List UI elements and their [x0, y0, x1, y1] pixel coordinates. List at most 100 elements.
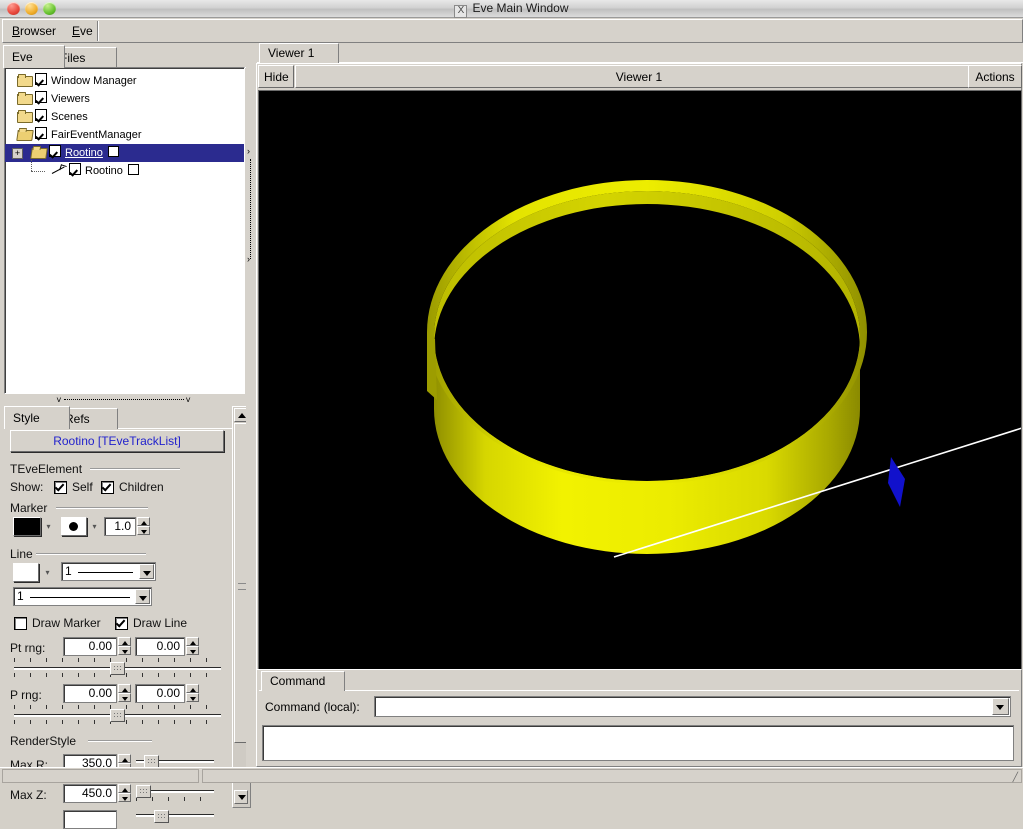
stepper-down-icon[interactable] — [137, 526, 150, 535]
pt-range-slider[interactable] — [14, 658, 221, 678]
stepper-up-icon[interactable] — [118, 784, 131, 793]
tree-item-rootino[interactable]: + Rootino — [5, 144, 244, 162]
tab-command[interactable]: Command — [261, 671, 345, 691]
p-range-min-field[interactable]: 0.00 — [63, 684, 117, 703]
draw-line-checkbox[interactable] — [115, 617, 128, 630]
main-vertical-splitter[interactable]: › › — [246, 43, 255, 767]
show-children-checkbox[interactable] — [101, 481, 114, 494]
pt-range-max-stepper[interactable] — [186, 637, 199, 656]
tab-eve[interactable]: Eve — [3, 45, 65, 68]
max-z-field[interactable]: 450.0 — [63, 784, 117, 803]
selected-object-title[interactable]: Rootino [TEveTrackList] — [10, 430, 224, 452]
pt-range-max-field[interactable]: 0.00 — [135, 637, 185, 656]
marker-style-dropdown-icon[interactable]: ▾ — [90, 523, 99, 532]
p-range-min-stepper[interactable] — [118, 684, 131, 703]
stepper-down-icon[interactable] — [118, 793, 131, 802]
stepper-up-icon[interactable] — [118, 684, 131, 693]
command-input[interactable] — [374, 696, 1011, 717]
group-divider — [56, 507, 148, 509]
expander-plus-icon[interactable]: + — [12, 148, 23, 159]
command-output[interactable] — [262, 725, 1014, 761]
stepper-up-icon[interactable] — [186, 684, 199, 693]
tree-checkbox[interactable] — [35, 127, 47, 139]
tree-checkbox[interactable] — [49, 145, 61, 157]
stepper-down-icon[interactable] — [118, 693, 131, 702]
max-z-slider[interactable] — [136, 784, 214, 804]
tree-item-rootino-child[interactable]: Rootino — [5, 162, 244, 180]
pt-range-min-field[interactable]: 0.00 — [63, 637, 117, 656]
chevron-down-icon[interactable] — [135, 589, 150, 604]
line-color-dropdown-icon[interactable]: ▾ — [43, 569, 52, 578]
menu-item-eve-label: ve — [80, 24, 93, 38]
left-panel-tabs: Eve Files — [3, 45, 247, 67]
max-z-label: Max Z: — [10, 788, 47, 802]
line-color-swatch[interactable] — [13, 563, 39, 582]
menu-item-browser[interactable]: Browser — [7, 23, 61, 39]
tree-item-scenes[interactable]: Scenes — [5, 108, 244, 126]
line-width-combo[interactable]: 1 — [61, 562, 156, 581]
marker-color-dropdown-icon[interactable]: ▾ — [44, 523, 53, 532]
stepper-up-icon[interactable] — [118, 637, 131, 646]
gl-viewer-canvas[interactable] — [258, 90, 1022, 700]
marker-color-swatch[interactable] — [13, 517, 41, 536]
slider-knob[interactable] — [110, 662, 125, 675]
slider-knob[interactable] — [110, 709, 125, 722]
p-range-label: P rng: — [10, 688, 42, 702]
p-range-max-stepper[interactable] — [186, 684, 199, 703]
stepper-down-icon[interactable] — [186, 693, 199, 702]
scroll-down-icon[interactable] — [234, 790, 248, 804]
line-style-combo[interactable]: 1 — [13, 587, 152, 606]
slider-knob[interactable] — [154, 810, 169, 823]
p-range-slider[interactable] — [14, 705, 221, 725]
show-self-checkbox[interactable] — [54, 481, 67, 494]
x-icon: X — [454, 5, 467, 18]
resize-grip-icon[interactable]: ╱ — [1013, 772, 1018, 783]
show-label: Show: — [10, 480, 43, 494]
window-title-text: Eve Main Window — [472, 1, 568, 15]
clipped-field[interactable] — [63, 810, 117, 829]
slider-knob[interactable] — [136, 785, 151, 798]
marker-size-stepper[interactable] — [137, 517, 150, 536]
tree-checkbox[interactable] — [35, 73, 47, 85]
stepper-up-icon[interactable] — [137, 517, 150, 526]
marker-size-field[interactable]: 1.0 — [104, 517, 136, 536]
tree-checkbox[interactable] — [35, 91, 47, 103]
properties-editor: Style Refs Rootino [TEveTrackList] TEveE… — [4, 406, 232, 806]
eve-object-tree[interactable]: Window Manager Viewers Scenes FairEventM… — [4, 67, 245, 394]
window-title-bar: X Eve Main Window — [0, 0, 1023, 18]
tab-style[interactable]: Style — [4, 406, 70, 429]
draw-marker-checkbox[interactable] — [14, 617, 27, 630]
left-panel-splitter[interactable]: ˅˅ — [4, 395, 243, 406]
visibility-square-icon[interactable] — [128, 164, 139, 175]
max-z-stepper[interactable] — [118, 784, 131, 803]
stepper-up-icon[interactable] — [186, 637, 199, 646]
menu-item-browser-label: rowser — [20, 24, 56, 38]
group-divider — [36, 553, 146, 555]
p-range-max-field[interactable]: 0.00 — [135, 684, 185, 703]
tree-item-window-manager[interactable]: Window Manager — [5, 72, 244, 90]
marker-style-button[interactable] — [61, 517, 87, 536]
folder-icon — [17, 92, 32, 104]
tab-viewer-1[interactable]: Viewer 1 — [259, 43, 339, 63]
visibility-square-icon[interactable] — [108, 146, 119, 157]
stepper-down-icon[interactable] — [118, 646, 131, 655]
hide-button[interactable]: Hide — [258, 65, 294, 88]
stepper-up-icon[interactable] — [118, 754, 131, 763]
tree-item-label: Rootino — [85, 165, 123, 177]
chevron-down-icon[interactable] — [139, 564, 154, 579]
stepper-down-icon[interactable] — [186, 646, 199, 655]
tree-checkbox[interactable] — [69, 163, 81, 175]
actions-button[interactable]: Actions — [968, 65, 1022, 88]
track-icon — [51, 164, 67, 176]
group-label-render-style: RenderStyle — [10, 734, 80, 748]
tree-item-viewers[interactable]: Viewers — [5, 90, 244, 108]
pt-range-min-stepper[interactable] — [118, 637, 131, 656]
folder-open-icon — [31, 146, 46, 158]
tree-item-fair-event-manager[interactable]: FairEventManager — [5, 126, 244, 144]
tree-checkbox[interactable] — [35, 109, 47, 121]
chevron-down-icon[interactable] — [992, 698, 1009, 715]
clipped-slider[interactable] — [136, 810, 214, 826]
eve-main-window: X Eve Main Window Browser Eve Eve Files W… — [0, 0, 1023, 781]
line-width-value: 1 — [65, 564, 72, 578]
menu-item-eve[interactable]: Eve — [67, 23, 98, 39]
